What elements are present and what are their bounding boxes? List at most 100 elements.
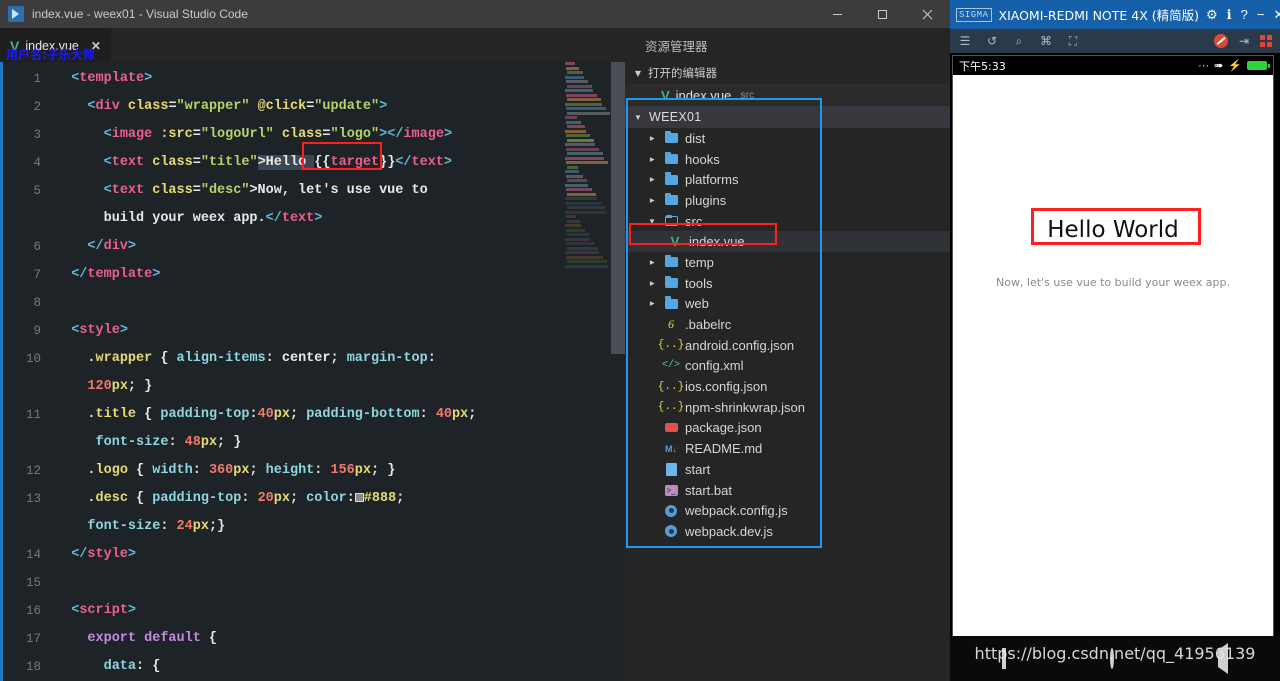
open-editor-item-index-vue[interactable]: V index.vue src xyxy=(625,84,950,106)
code-token: ; xyxy=(289,491,307,506)
json-icon: {..} xyxy=(657,380,685,393)
code-token: > xyxy=(127,547,137,562)
tree-file-row[interactable]: package.json xyxy=(625,418,950,439)
workspace-root-row[interactable]: ▼ WEEX01 xyxy=(625,106,950,128)
menu-list-icon[interactable]: ☰ xyxy=(958,34,972,48)
close-icon[interactable]: ✕ xyxy=(1273,7,1280,23)
tree-folder-row[interactable]: ▼ hooks xyxy=(625,149,950,170)
code-content[interactable]: <template> <div class="wrapper" @click="… xyxy=(55,62,625,681)
tree-file-row[interactable]: {..} ios.config.json xyxy=(625,376,950,397)
tree-file-row[interactable]: M↓ README.md xyxy=(625,438,950,459)
code-line[interactable]: </template> xyxy=(55,261,625,289)
tree-folder-row[interactable]: ▼ tools xyxy=(625,273,950,294)
code-line[interactable]: font-size: 24px;} xyxy=(55,513,625,541)
chevron-right-icon[interactable]: ▼ xyxy=(648,278,657,288)
mute-icon[interactable] xyxy=(1214,34,1228,48)
info-icon[interactable]: ℹ xyxy=(1227,7,1232,23)
editor-scrollbar[interactable] xyxy=(611,62,625,354)
nav-home-button[interactable] xyxy=(1110,647,1114,669)
minimap-line xyxy=(566,134,590,137)
code-token: padding-top xyxy=(152,491,242,506)
tree-file-row[interactable]: webpack.dev.js xyxy=(625,521,950,542)
tree-file-row[interactable]: {..} npm-shrinkwrap.json xyxy=(625,397,950,418)
code-line[interactable]: <text class="title">Hello {{target}}</te… xyxy=(55,149,625,177)
settings-icon[interactable]: ⚙ xyxy=(1206,7,1218,23)
code-line[interactable]: data: { xyxy=(55,653,625,681)
tree-file-row[interactable]: >_ start.bat xyxy=(625,480,950,501)
tree-folder-row[interactable]: ▼ src xyxy=(625,211,950,232)
phone-screen[interactable]: 下午5:33 ··· ➠ ⚡ Hello World Now, let's us… xyxy=(952,55,1274,637)
tree-file-row[interactable]: start xyxy=(625,459,950,480)
screenshot-icon[interactable]: ⌘ xyxy=(1039,34,1053,48)
fullscreen-icon[interactable]: ⛶ xyxy=(1066,34,1080,48)
zoom-icon[interactable]: ⌕ xyxy=(1012,34,1026,48)
code-line[interactable]: <div class="wrapper" @click="update"> xyxy=(55,93,625,121)
minimize-button[interactable] xyxy=(815,0,860,28)
code-token: : xyxy=(160,519,177,534)
minimap-line xyxy=(567,192,596,196)
battery-icon xyxy=(1247,61,1270,70)
chevron-right-icon[interactable]: ▼ xyxy=(648,195,657,205)
minimize-icon[interactable]: − xyxy=(1257,7,1265,22)
code-line[interactable]: </style> xyxy=(55,541,625,569)
tree-file-row[interactable]: Vindex.vue xyxy=(625,231,950,253)
tree-folder-row[interactable]: ▼ plugins xyxy=(625,190,950,211)
code-token: text xyxy=(281,211,315,226)
tree-folder-row[interactable]: ▼ platforms xyxy=(625,169,950,190)
code-line[interactable] xyxy=(55,289,625,317)
status-icons: ··· ➠ ⚡ xyxy=(1198,59,1270,72)
line-number: 14 xyxy=(25,548,41,562)
tree-folder-row[interactable]: ▼ web xyxy=(625,294,950,315)
code-token: ; } xyxy=(217,435,242,450)
chevron-right-icon[interactable]: ▼ xyxy=(648,299,657,309)
tree-file-row[interactable]: </> config.xml xyxy=(625,356,950,377)
tree-folder-row[interactable]: ▼ dist xyxy=(625,128,950,149)
code-line[interactable]: <text class="desc">Now, let's use vue to xyxy=(55,177,625,205)
code-line[interactable]: .title { padding-top:40px; padding-botto… xyxy=(55,401,625,429)
code-line[interactable]: font-size: 48px; } xyxy=(55,429,625,457)
code-line[interactable]: <image :src="logoUrl" class="logo"></ima… xyxy=(55,121,625,149)
code-token: build your weex app. xyxy=(55,211,266,226)
code-line[interactable] xyxy=(55,569,625,597)
tree-file-row[interactable]: 6 .babelrc xyxy=(625,314,950,335)
export-icon[interactable]: ⇥ xyxy=(1237,34,1251,48)
chevron-right-icon[interactable]: ▼ xyxy=(648,257,657,267)
code-editor[interactable]: 1 2 3 4 5 6 7 8 9 10 11 12 13 14 15 16 17 18 <template> <… xyxy=(0,62,625,681)
code-line[interactable]: build your weex app.</text> xyxy=(55,205,625,233)
nav-recent-button[interactable] xyxy=(1002,647,1006,669)
code-line[interactable]: .logo { width: 360px; height: 156px; } xyxy=(55,457,625,485)
line-number-gutter: 1 2 3 4 5 6 7 8 9 10 11 12 13 14 15 16 17 18 xyxy=(3,62,55,681)
line-number: 10 xyxy=(25,352,41,366)
help-icon[interactable]: ? xyxy=(1241,7,1248,22)
line-number: 16 xyxy=(25,604,41,618)
code-line[interactable]: 120px; } xyxy=(55,373,625,401)
code-token: ; } xyxy=(371,463,396,478)
code-token: : xyxy=(168,435,185,450)
tree-file-row[interactable]: webpack.config.js xyxy=(625,500,950,521)
code-token: > xyxy=(443,127,453,142)
apps-grid-icon[interactable] xyxy=(1260,35,1272,47)
maximize-button[interactable] xyxy=(860,0,905,28)
code-line[interactable]: </div> xyxy=(55,233,625,261)
code-token: </ xyxy=(71,267,88,282)
rotate-icon[interactable]: ↺ xyxy=(985,34,999,48)
code-line[interactable]: <style> xyxy=(55,317,625,345)
chevron-down-icon[interactable]: ▼ xyxy=(647,217,657,226)
open-editors-section-header[interactable]: ▼ 打开的编辑器 xyxy=(625,62,950,84)
close-button[interactable] xyxy=(905,0,950,28)
chevron-right-icon[interactable]: ▼ xyxy=(648,133,657,143)
chevron-right-icon[interactable]: ▼ xyxy=(648,154,657,164)
code-line[interactable]: <script> xyxy=(55,597,625,625)
code-line[interactable]: export default { xyxy=(55,625,625,653)
code-line[interactable]: <template> xyxy=(55,65,625,93)
code-line[interactable]: .desc { padding-top: 20px; color: #888; xyxy=(55,485,625,513)
weex-app-view[interactable]: Hello World Now, let's use vue to build … xyxy=(953,75,1273,637)
tree-item-label: package.json xyxy=(685,420,762,436)
code-line[interactable]: .wrapper { align-items: center; margin-t… xyxy=(55,345,625,373)
nav-back-button[interactable] xyxy=(1218,642,1228,674)
tree-file-row[interactable]: {..} android.config.json xyxy=(625,335,950,356)
tree-folder-row[interactable]: ▼ temp xyxy=(625,252,950,273)
editor-minimap[interactable] xyxy=(565,62,611,362)
tree-item-label: webpack.config.js xyxy=(685,503,788,519)
chevron-right-icon[interactable]: ▼ xyxy=(648,175,657,185)
